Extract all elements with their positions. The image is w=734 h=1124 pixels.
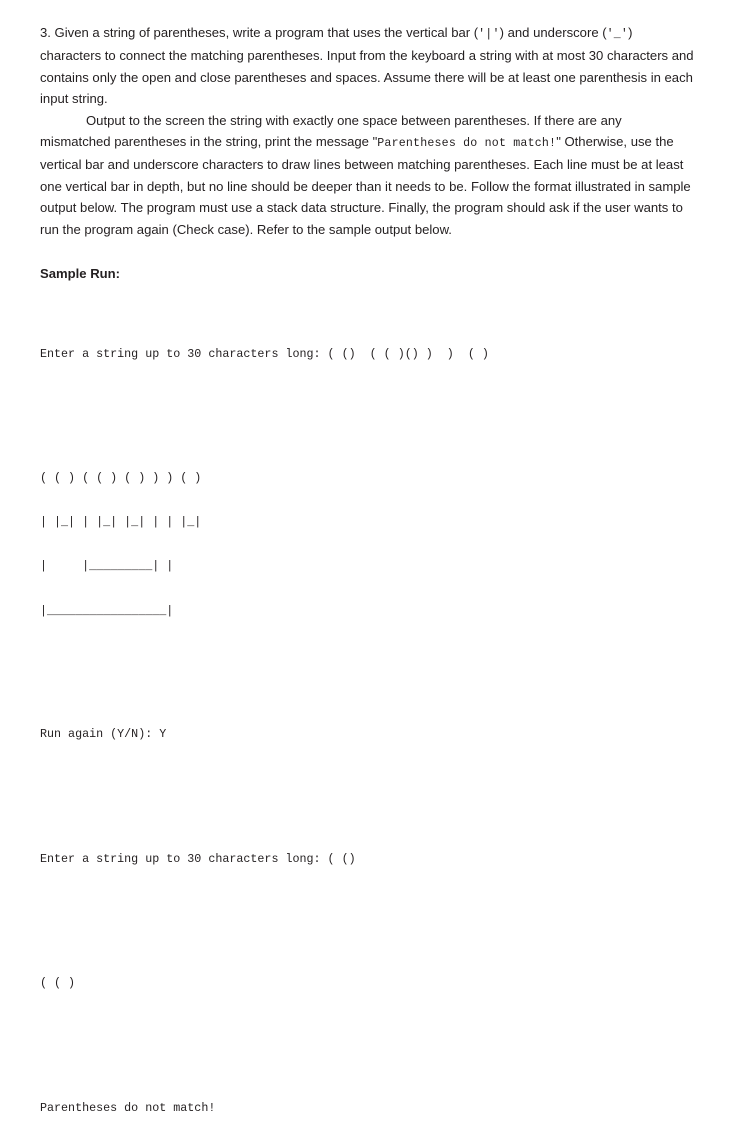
terminal-output-block: Enter a string up to 30 characters long:… [40, 300, 694, 1124]
problem-statement: 3. Given a string of parentheses, write … [40, 22, 694, 240]
terminal-spacer-5 [40, 1039, 694, 1055]
terminal-spacer-3 [40, 789, 694, 805]
terminal-prompt-line-1: Enter a string up to 30 characters long:… [40, 346, 489, 361]
vertical-bar-literal: '|' [478, 28, 500, 41]
ascii-art-row-2: | |_| | |_| |_| | | |_| [40, 514, 202, 529]
paragraph-2-part-after-quote: " Otherwise, use the vertical bar and un… [40, 134, 691, 237]
terminal-echo-line: ( ( ) [40, 976, 76, 991]
terminal-spacer-1 [40, 409, 694, 425]
paragraph-1: 3. Given a string of parentheses, write … [40, 22, 694, 110]
paragraph-1-part-before-bar: 3. Given a string of parentheses, write … [40, 25, 479, 40]
ascii-art-row-4: |_________________| [40, 603, 174, 618]
terminal-run-again-line-1: Run again (Y/N): Y [40, 726, 167, 741]
document-page: 3. Given a string of parentheses, write … [0, 0, 734, 1115]
sample-run-heading: Sample Run: [40, 266, 121, 282]
ascii-art-row-3: | |_________| | [40, 559, 174, 574]
underscore-literal: '_' [606, 28, 629, 41]
quoted-error-message: Parentheses do not match! [377, 137, 557, 151]
paragraph-1-part-middle: ) and underscore ( [499, 25, 607, 40]
terminal-spacer-4 [40, 914, 694, 930]
paragraph-2: Output to the screen the string with exa… [40, 110, 694, 240]
terminal-error-message-line: Parentheses do not match! [40, 1100, 216, 1115]
terminal-prompt-line-2: Enter a string up to 30 characters long:… [40, 851, 356, 866]
terminal-spacer-2 [40, 665, 694, 681]
ascii-art-row-1: ( ( ) ( ( ) ( ) ) ) ( ) [40, 470, 202, 485]
